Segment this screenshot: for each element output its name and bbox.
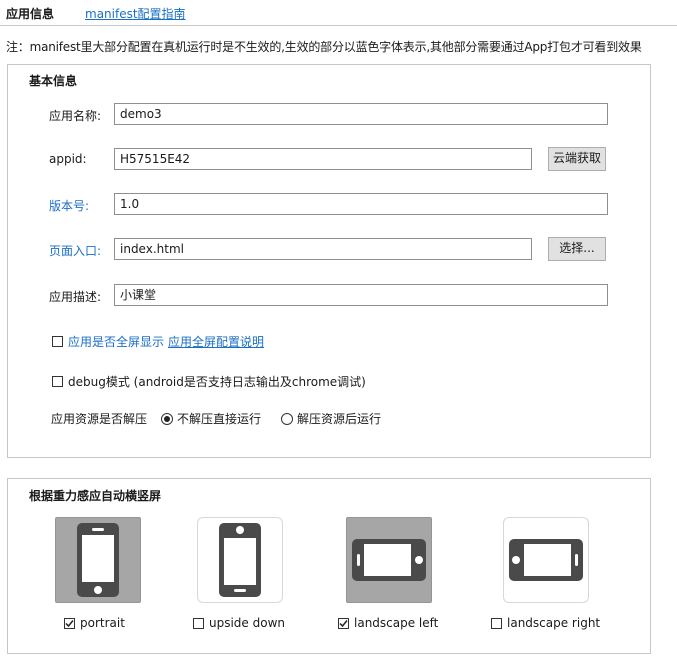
basic-info-title: 基本信息 xyxy=(29,74,78,88)
portrait-label[interactable]: portrait xyxy=(80,616,125,630)
fullscreen-checkbox[interactable] xyxy=(52,336,63,347)
tab-divider xyxy=(0,25,677,26)
app-name-label: 应用名称: xyxy=(49,109,102,123)
entry-label: 页面入口: xyxy=(49,244,102,258)
decompress-row: 应用资源是否解压 不解压直接运行 解压资源后运行 xyxy=(51,410,381,427)
fullscreen-label[interactable]: 应用是否全屏显示 xyxy=(68,333,164,350)
notice-text: 注：manifest里大部分配置在真机运行时是不生效的,生效的部分以蓝色字体表示… xyxy=(6,40,642,54)
portrait-checkbox[interactable] xyxy=(64,617,75,629)
upside-down-tile[interactable] xyxy=(197,517,283,603)
upside-down-checkbox[interactable] xyxy=(193,617,204,629)
landscape-left-checkbox[interactable] xyxy=(338,617,349,629)
debug-row: debug模式 (android是否支持日志输出及chrome调试) xyxy=(52,373,366,390)
landscape-right-tile[interactable] xyxy=(503,517,589,603)
landscape-right-option: landscape right xyxy=(491,616,600,630)
radio-no-decompress-label[interactable]: 不解压直接运行 xyxy=(177,410,261,427)
appid-input[interactable]: H57515E42 xyxy=(114,148,532,170)
description-input[interactable]: 小课堂 xyxy=(114,284,608,306)
landscape-right-label[interactable]: landscape right xyxy=(507,616,600,630)
landscape-left-tile[interactable] xyxy=(346,517,432,603)
portrait-tile[interactable] xyxy=(55,517,141,603)
choose-entry-button[interactable]: 选择... xyxy=(548,237,606,261)
check-icon xyxy=(65,619,74,627)
phone-portrait-icon xyxy=(77,523,119,597)
check-icon xyxy=(339,619,348,627)
appid-label: appid: xyxy=(49,152,87,166)
app-name-input[interactable]: demo3 xyxy=(114,103,608,125)
tab-manifest-guide[interactable]: manifest配置指南 xyxy=(85,5,186,22)
landscape-left-label[interactable]: landscape left xyxy=(354,616,438,630)
cloud-fetch-button[interactable]: 云端获取 xyxy=(548,147,606,171)
radio-decompress-label[interactable]: 解压资源后运行 xyxy=(297,410,381,427)
decompress-label: 应用资源是否解压 xyxy=(51,412,148,426)
orientation-title: 根据重力感应自动横竖屏 xyxy=(29,489,162,503)
entry-input[interactable]: index.html xyxy=(114,238,532,260)
fullscreen-help-link[interactable]: 应用全屏配置说明 xyxy=(168,333,264,350)
radio-no-decompress[interactable] xyxy=(161,412,174,425)
fullscreen-row: 应用是否全屏显示 应用全屏配置说明 xyxy=(52,333,264,350)
phone-landscape-right-icon xyxy=(509,539,583,581)
version-label: 版本号: xyxy=(49,199,90,213)
description-label: 应用描述: xyxy=(49,290,102,304)
landscape-left-option: landscape left xyxy=(338,616,438,630)
portrait-option: portrait xyxy=(64,616,125,630)
radio-decompress[interactable] xyxy=(281,412,294,425)
upside-down-option: upside down xyxy=(193,616,285,630)
version-input[interactable]: 1.0 xyxy=(114,193,608,215)
radio-selected-dot xyxy=(164,415,171,422)
upside-down-label[interactable]: upside down xyxy=(209,616,285,630)
landscape-right-checkbox[interactable] xyxy=(491,617,502,629)
phone-landscape-left-icon xyxy=(352,539,426,581)
tab-app-info[interactable]: 应用信息 xyxy=(6,5,54,22)
debug-label[interactable]: debug模式 (android是否支持日志输出及chrome调试) xyxy=(68,373,366,390)
phone-upside-down-icon xyxy=(219,523,261,597)
debug-checkbox[interactable] xyxy=(52,376,63,387)
